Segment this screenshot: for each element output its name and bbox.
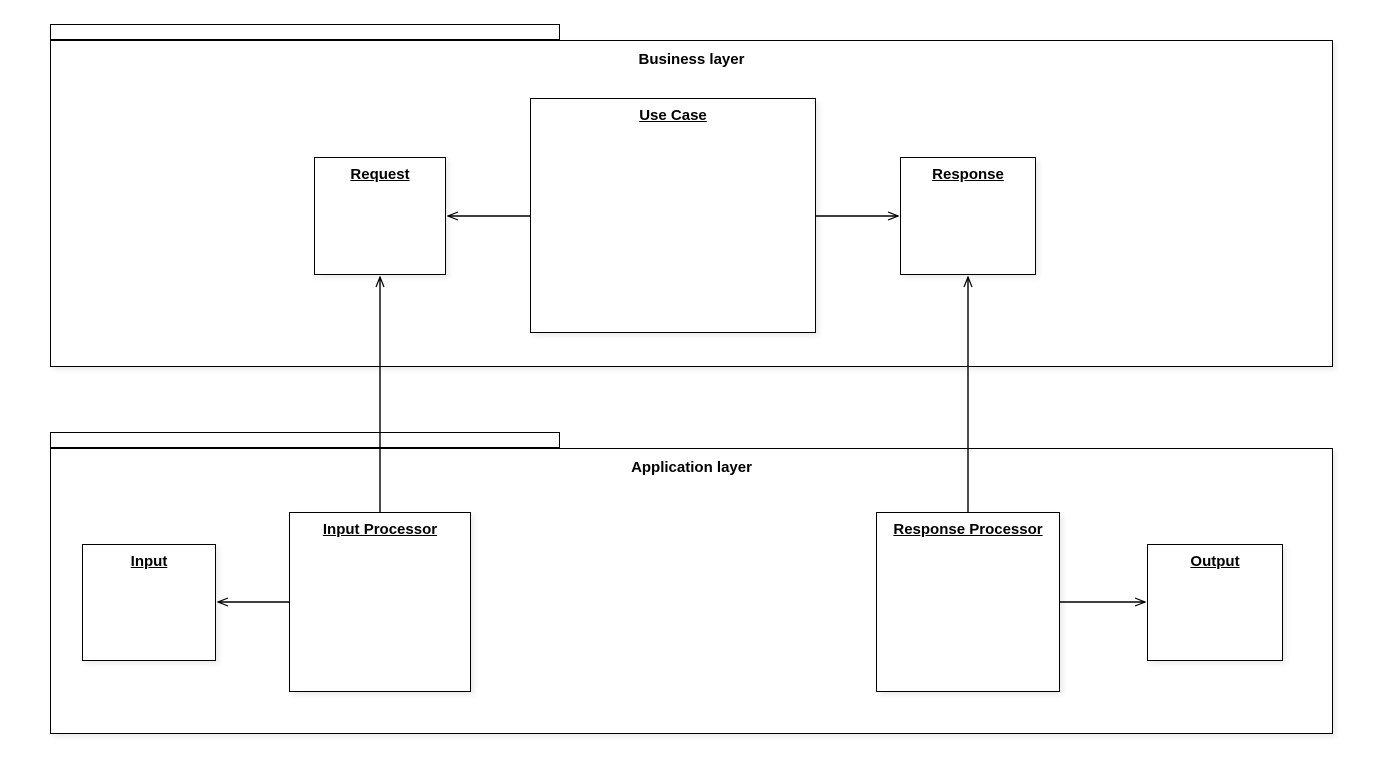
usecase-node: Use Case	[530, 98, 816, 333]
request-node: Request	[314, 157, 446, 275]
output-node: Output	[1147, 544, 1283, 661]
input-label: Input	[83, 553, 215, 570]
response-label: Response	[901, 166, 1035, 183]
business-layer-tab	[50, 24, 560, 40]
request-label: Request	[315, 166, 445, 183]
input-processor-label: Input Processor	[290, 521, 470, 538]
response-processor-node: Response Processor	[876, 512, 1060, 692]
application-layer-title: Application layer	[51, 459, 1332, 476]
business-layer-title: Business layer	[51, 51, 1332, 68]
input-processor-node: Input Processor	[289, 512, 471, 692]
input-node: Input	[82, 544, 216, 661]
output-label: Output	[1148, 553, 1282, 570]
diagram-canvas: Business layer Application layer Request…	[0, 0, 1381, 783]
application-layer-tab	[50, 432, 560, 448]
response-node: Response	[900, 157, 1036, 275]
response-processor-label: Response Processor	[877, 521, 1059, 538]
usecase-label: Use Case	[531, 107, 815, 124]
application-layer-container: Application layer	[50, 448, 1333, 734]
